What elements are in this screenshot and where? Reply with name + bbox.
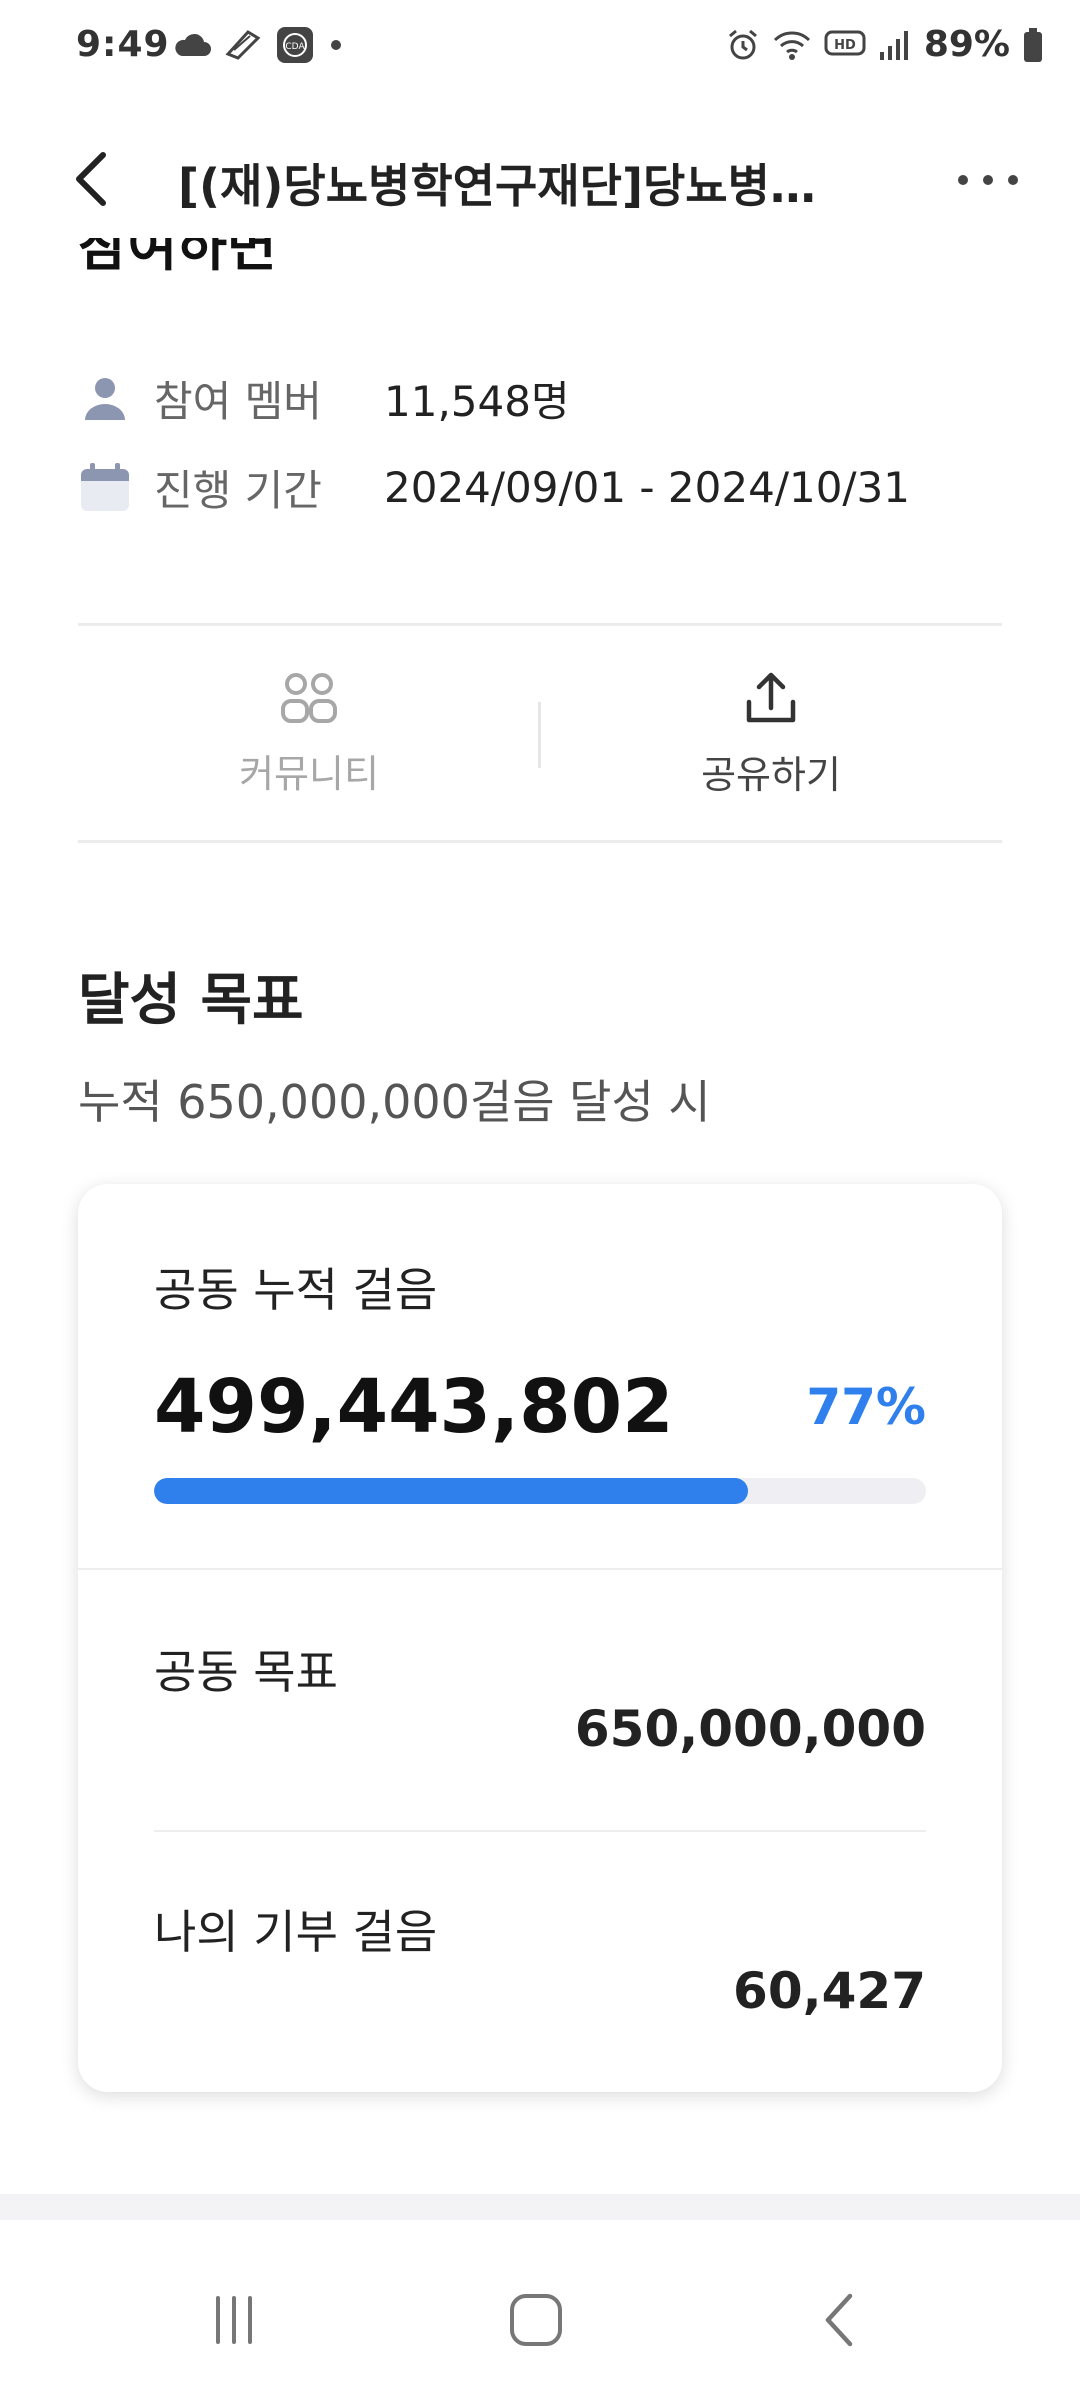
- back-icon: [825, 2293, 853, 2347]
- cumulative-steps-label: 공동 누적 걸음: [154, 1263, 438, 1317]
- share-label: 공유하기: [701, 752, 841, 797]
- goal-description: 누적 650,000,000걸음 달성 시: [78, 1075, 711, 1129]
- progress-bar: [154, 1478, 926, 1504]
- screen: 9:49 CDA HD 89% [(재)당뇨병학연구재단]당뇨병… 참여하면 참…: [0, 0, 1080, 2400]
- period-row: 진행 기간 2024/09/01 - 2024/10/31: [78, 457, 910, 517]
- community-label: 커뮤니티: [239, 751, 379, 796]
- scrolled-heading: 참여하면: [78, 238, 478, 300]
- share-button[interactable]: 공유하기: [540, 626, 1002, 842]
- app-bar: [(재)당뇨병학연구재단]당뇨병…: [0, 120, 1080, 238]
- my-donation-label: 나의 기부 걸음: [154, 1905, 438, 1959]
- signal-icon: [879, 30, 908, 60]
- alarm-icon: [728, 29, 757, 59]
- members-row: 참여 멤버 11,548명: [78, 368, 570, 428]
- wifi-icon: [773, 30, 810, 60]
- cumulative-steps-value: 499,443,802: [154, 1364, 674, 1450]
- status-left-icons: CDA: [172, 26, 346, 64]
- progress-percent: 77%: [806, 1378, 926, 1436]
- battery-icon: [1024, 27, 1042, 62]
- recent-apps-icon: [216, 2296, 252, 2344]
- members-value: 11,548명: [384, 376, 570, 426]
- card-inner-divider: [154, 1830, 926, 1832]
- person-icon: [78, 371, 132, 425]
- goal-steps-value: 650,000,000: [574, 1700, 926, 1758]
- period-label: 진행 기간: [154, 465, 322, 515]
- shoe-icon: [225, 30, 261, 60]
- home-button[interactable]: [486, 2280, 586, 2360]
- share-icon: [746, 672, 796, 722]
- status-right: HD 89%: [726, 24, 1044, 65]
- status-time: 9:49: [76, 24, 170, 65]
- goal-steps-label: 공동 목표: [154, 1645, 338, 1699]
- my-donation-value: 60,427: [733, 1962, 926, 2020]
- progress-bar-fill: [154, 1478, 749, 1504]
- recent-apps-button[interactable]: [184, 2280, 284, 2360]
- more-horizontal-icon: [958, 175, 968, 185]
- svg-text:HD: HD: [834, 38, 856, 53]
- hd-voice-icon: HD: [824, 30, 866, 55]
- members-label: 참여 멤버: [154, 376, 322, 426]
- progress-card: 공동 누적 걸음 499,443,802 77% 공동 목표 650,000,0…: [78, 1184, 1002, 2092]
- scrolled-heading-text: 참여하면: [78, 238, 277, 278]
- status-bar: 9:49 CDA HD 89%: [0, 0, 1080, 96]
- community-icon: [281, 672, 337, 723]
- action-bar: 커뮤니티 공유하기: [78, 626, 1002, 842]
- card-divider: [78, 1568, 1002, 1570]
- dot-icon: [331, 40, 341, 50]
- nav-back-button[interactable]: [790, 2280, 890, 2360]
- system-nav-bar: [0, 2220, 1080, 2400]
- community-button[interactable]: 커뮤니티: [78, 626, 540, 842]
- period-value: 2024/09/01 - 2024/10/31: [384, 462, 911, 512]
- home-icon: [510, 2294, 562, 2346]
- svg-text:CDA: CDA: [285, 42, 305, 52]
- divider-bottom: [78, 840, 1002, 843]
- page-title: [(재)당뇨병학연구재단]당뇨병…: [178, 159, 816, 213]
- back-button[interactable]: [62, 148, 120, 210]
- cloud-icon: [175, 33, 211, 56]
- calendar-icon: [78, 460, 132, 514]
- section-gap: [0, 2194, 1080, 2220]
- cda-app-icon: CDA: [277, 27, 313, 63]
- battery-percent: 89%: [923, 24, 1010, 65]
- more-horizontal-icon-dot: [1008, 175, 1018, 185]
- more-horizontal-icon-dot: [983, 175, 993, 185]
- more-options-button[interactable]: [958, 160, 1018, 200]
- goal-title: 달성 목표: [78, 968, 304, 1033]
- chevron-left-icon: [76, 152, 106, 206]
